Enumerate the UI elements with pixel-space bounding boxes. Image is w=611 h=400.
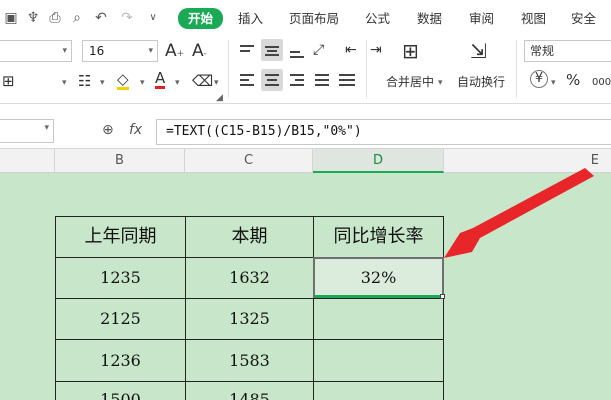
name-box[interactable]: ▾ <box>0 119 54 143</box>
chevron-down-icon[interactable]: ▾ <box>175 73 180 93</box>
print-preview-icon[interactable]: ⌕ <box>68 9 86 27</box>
table-cell[interactable]: 1325 <box>185 298 314 340</box>
comma-style-icon[interactable]: 000 <box>592 73 611 93</box>
tab-page-layout[interactable]: 页面布局 <box>289 9 339 29</box>
tab-insert[interactable]: 插入 <box>238 9 263 29</box>
table-header-cell[interactable]: 本期 <box>185 216 314 258</box>
align-center-button[interactable] <box>261 69 283 91</box>
wrap-text-label[interactable]: 自动换行 <box>457 74 505 90</box>
chevron-down-icon[interactable]: ▾ <box>100 73 105 93</box>
number-format-value: 常规 <box>530 44 555 58</box>
font-name-select[interactable]: ▾ <box>0 40 72 62</box>
fill-color-icon[interactable]: ◇ <box>117 71 129 90</box>
menu-bar: ▣ ♆ ⎙ ⌕ ↶ ↷ ∨ 开始 插入 页面布局 公式 数据 审阅 视图 安全 <box>0 0 611 36</box>
tab-security[interactable]: 安全 <box>571 9 596 29</box>
table-cell[interactable]: 1632 <box>185 257 314 299</box>
ribbon-separator <box>366 40 367 98</box>
shrink-font-letter: A <box>192 41 204 61</box>
font-color-icon[interactable]: A <box>155 70 166 89</box>
formula-input[interactable]: =TEXT((C15-B15)/B15,"0%") <box>156 119 611 145</box>
selection-underline <box>315 295 442 298</box>
ribbon-separator <box>228 40 229 98</box>
chevron-down-icon[interactable]: ▾ <box>551 73 556 93</box>
fill-handle[interactable] <box>440 294 445 299</box>
grow-font-icon[interactable]: A+ <box>165 41 184 64</box>
tab-home[interactable]: 开始 <box>178 8 224 29</box>
column-header-d[interactable]: D <box>313 149 444 173</box>
merge-center-label[interactable]: 合并居中 <box>386 74 434 90</box>
cell-style-icon[interactable]: ☷ <box>78 71 91 91</box>
align-right-button[interactable] <box>286 69 308 91</box>
table-cell[interactable]: 2125 <box>55 298 186 340</box>
clear-format-icon[interactable]: ⌫ <box>192 71 213 91</box>
table-header-cell[interactable]: 同比增长率 <box>313 216 444 258</box>
merge-center-icon[interactable]: ⊞ <box>402 41 419 61</box>
tab-formulas[interactable]: 公式 <box>365 9 390 29</box>
tab-review[interactable]: 审阅 <box>469 9 494 29</box>
table-header-cell[interactable]: 上年同期 <box>55 216 186 258</box>
decrease-indent-icon[interactable]: ⇤ <box>345 40 357 60</box>
currency-format-icon[interactable]: ¥ <box>530 70 548 88</box>
chevron-down-icon[interactable]: ▾ <box>140 73 145 93</box>
orientation-icon[interactable]: ⤢ <box>313 40 324 60</box>
column-header-c[interactable]: C <box>185 149 313 173</box>
column-header-e[interactable]: E <box>444 149 611 173</box>
chevron-down-icon[interactable]: ▾ <box>62 73 67 93</box>
formula-bar: ▾ ⊕ fx =TEXT((C15-B15)/B15,"0%") <box>0 104 611 149</box>
undo-icon[interactable]: ↶ <box>92 9 110 27</box>
wrap-text-icon[interactable]: ⇲ <box>470 41 487 61</box>
align-left-button[interactable] <box>236 69 258 91</box>
chevron-down-icon: ▾ <box>148 46 153 56</box>
active-cell-d15[interactable]: 32% <box>313 257 444 299</box>
redo-icon[interactable]: ↷ <box>118 9 136 27</box>
percent-style-icon[interactable]: % <box>566 70 580 90</box>
borders-icon[interactable]: ⊞ <box>2 71 15 91</box>
column-header-a[interactable] <box>0 149 55 173</box>
format-painter-icon[interactable]: ♆ <box>24 9 42 27</box>
distributed-button[interactable] <box>336 69 358 91</box>
increase-indent-icon[interactable]: ⇥ <box>370 40 382 60</box>
zoom-icon[interactable]: ⊕ <box>102 122 114 138</box>
table-cell[interactable]: 1236 <box>55 339 186 382</box>
table-cell[interactable] <box>313 339 444 382</box>
column-header-row: B C D E <box>0 149 611 173</box>
table-cell[interactable]: 1500 <box>55 381 186 400</box>
align-top-button[interactable] <box>236 39 258 61</box>
align-bottom-button[interactable] <box>286 39 308 61</box>
table-cell[interactable] <box>313 381 444 400</box>
tab-data[interactable]: 数据 <box>417 9 442 29</box>
ribbon: ▾ 16 ▾ A+ A- ⊞ ▾ ☷ ▾ ◇ ▾ A ▾ ⌫ ▾ ◢ ⤢ ⇤ ⇥ <box>0 36 611 104</box>
insert-function-icon[interactable]: fx <box>129 122 142 138</box>
table-cell[interactable]: 1235 <box>55 257 186 299</box>
chevron-down-icon[interactable]: ▾ <box>438 73 443 93</box>
save-icon[interactable]: ▣ <box>2 9 20 27</box>
table-cell[interactable] <box>313 298 444 340</box>
shrink-font-icon[interactable]: A- <box>192 41 207 64</box>
dropdown-icon[interactable]: ∨ <box>144 9 162 27</box>
chevron-down-icon: ▾ <box>44 123 49 133</box>
table-cell[interactable]: 1583 <box>185 339 314 382</box>
column-header-b[interactable]: B <box>55 149 185 173</box>
ribbon-separator <box>516 40 517 98</box>
font-size-select[interactable]: 16 ▾ <box>82 40 158 62</box>
number-format-select[interactable]: 常规 <box>524 40 611 62</box>
tab-view[interactable]: 视图 <box>521 9 546 29</box>
grow-font-letter: A <box>165 41 177 61</box>
align-middle-button[interactable] <box>261 39 283 61</box>
font-size-value: 16 <box>89 44 105 58</box>
justify-button[interactable] <box>311 69 333 91</box>
table-cell[interactable]: 1485 <box>185 381 314 400</box>
print-icon[interactable]: ⎙ <box>46 9 64 27</box>
